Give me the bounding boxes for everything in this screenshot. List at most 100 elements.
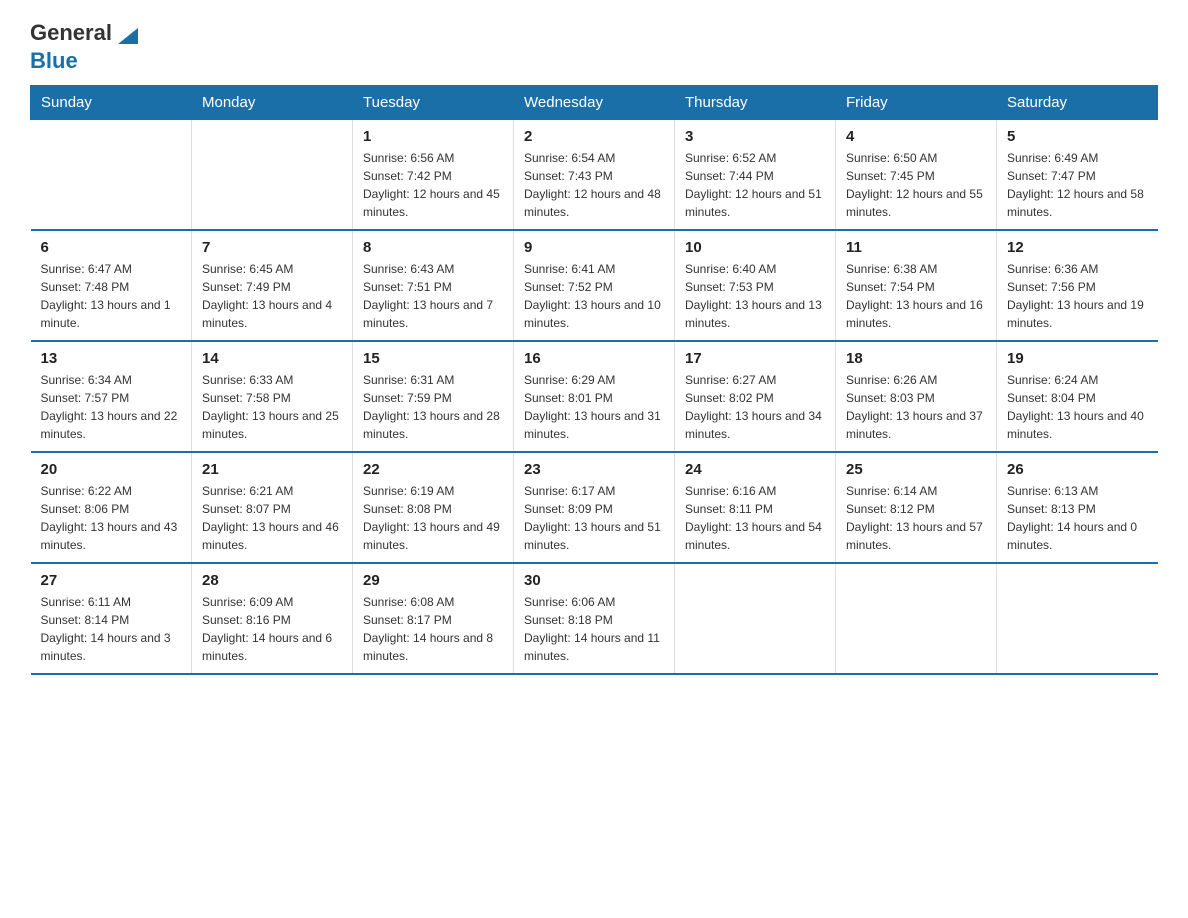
weekday-header-monday: Monday <box>192 85 353 119</box>
day-cell: 9 Sunrise: 6:41 AMSunset: 7:52 PMDaylight… <box>514 230 675 341</box>
day-info: Sunrise: 6:52 AMSunset: 7:44 PMDaylight:… <box>685 149 825 221</box>
day-info: Sunrise: 6:08 AMSunset: 8:17 PMDaylight:… <box>363 593 503 665</box>
day-number: 14 <box>202 350 342 367</box>
day-info: Sunrise: 6:26 AMSunset: 8:03 PMDaylight:… <box>846 371 986 443</box>
day-cell: 24 Sunrise: 6:16 AMSunset: 8:11 PMDayligh… <box>675 452 836 563</box>
weekday-header-sunday: Sunday <box>31 85 192 119</box>
day-number: 30 <box>524 572 664 589</box>
day-number: 21 <box>202 461 342 478</box>
week-row-1: 1Sunrise: 6:56 AMSunset: 7:42 PMDaylight… <box>31 119 1158 230</box>
day-cell: 13 Sunrise: 6:34 AMSunset: 7:57 PMDayligh… <box>31 341 192 452</box>
day-cell: 3 Sunrise: 6:52 AMSunset: 7:44 PMDaylight… <box>675 119 836 230</box>
day-info: Sunrise: 6:29 AMSunset: 8:01 PMDaylight:… <box>524 371 664 443</box>
day-cell: 10 Sunrise: 6:40 AMSunset: 7:53 PMDayligh… <box>675 230 836 341</box>
logo-general-text: General <box>30 20 142 48</box>
day-number: 28 <box>202 572 342 589</box>
day-cell <box>997 563 1158 674</box>
day-number: 27 <box>41 572 182 589</box>
day-info: Sunrise: 6:16 AMSunset: 8:11 PMDaylight:… <box>685 482 825 554</box>
day-cell: 1Sunrise: 6:56 AMSunset: 7:42 PMDaylight… <box>353 119 514 230</box>
day-info: Sunrise: 6:34 AMSunset: 7:57 PMDaylight:… <box>41 371 182 443</box>
day-number: 10 <box>685 239 825 256</box>
logo-blue-text: Blue <box>30 48 142 74</box>
day-number: 11 <box>846 239 986 256</box>
day-info: Sunrise: 6:09 AMSunset: 8:16 PMDaylight:… <box>202 593 342 665</box>
day-info: Sunrise: 6:50 AMSunset: 7:45 PMDaylight:… <box>846 149 986 221</box>
day-cell: 4 Sunrise: 6:50 AMSunset: 7:45 PMDaylight… <box>836 119 997 230</box>
week-row-2: 6 Sunrise: 6:47 AMSunset: 7:48 PMDaylight… <box>31 230 1158 341</box>
day-info: Sunrise: 6:45 AMSunset: 7:49 PMDaylight:… <box>202 260 342 332</box>
day-cell: 6 Sunrise: 6:47 AMSunset: 7:48 PMDaylight… <box>31 230 192 341</box>
day-number: 24 <box>685 461 825 478</box>
day-number: 13 <box>41 350 182 367</box>
day-number: 23 <box>524 461 664 478</box>
day-info: Sunrise: 6:38 AMSunset: 7:54 PMDaylight:… <box>846 260 986 332</box>
day-info: Sunrise: 6:19 AMSunset: 8:08 PMDaylight:… <box>363 482 503 554</box>
day-number: 29 <box>363 572 503 589</box>
day-info: Sunrise: 6:33 AMSunset: 7:58 PMDaylight:… <box>202 371 342 443</box>
weekday-header-saturday: Saturday <box>997 85 1158 119</box>
day-info: Sunrise: 6:24 AMSunset: 8:04 PMDaylight:… <box>1007 371 1148 443</box>
day-info: Sunrise: 6:21 AMSunset: 8:07 PMDaylight:… <box>202 482 342 554</box>
day-cell: 22Sunrise: 6:19 AMSunset: 8:08 PMDayligh… <box>353 452 514 563</box>
day-info: Sunrise: 6:11 AMSunset: 8:14 PMDaylight:… <box>41 593 182 665</box>
day-number: 20 <box>41 461 182 478</box>
day-cell: 14 Sunrise: 6:33 AMSunset: 7:58 PMDayligh… <box>192 341 353 452</box>
day-info: Sunrise: 6:41 AMSunset: 7:52 PMDaylight:… <box>524 260 664 332</box>
logo-triangle-icon <box>114 20 142 48</box>
day-cell <box>192 119 353 230</box>
day-info: Sunrise: 6:27 AMSunset: 8:02 PMDaylight:… <box>685 371 825 443</box>
day-info: Sunrise: 6:47 AMSunset: 7:48 PMDaylight:… <box>41 260 182 332</box>
day-number: 26 <box>1007 461 1148 478</box>
weekday-header-thursday: Thursday <box>675 85 836 119</box>
day-cell: 19 Sunrise: 6:24 AMSunset: 8:04 PMDayligh… <box>997 341 1158 452</box>
day-cell: 30 Sunrise: 6:06 AMSunset: 8:18 PMDayligh… <box>514 563 675 674</box>
day-cell <box>675 563 836 674</box>
day-number: 8 <box>363 239 503 256</box>
day-info: Sunrise: 6:49 AMSunset: 7:47 PMDaylight:… <box>1007 149 1148 221</box>
day-cell <box>31 119 192 230</box>
day-number: 9 <box>524 239 664 256</box>
logo: General Blue <box>30 20 142 75</box>
day-cell: 21 Sunrise: 6:21 AMSunset: 8:07 PMDayligh… <box>192 452 353 563</box>
day-number: 4 <box>846 128 986 145</box>
day-number: 25 <box>846 461 986 478</box>
day-cell <box>836 563 997 674</box>
day-info: Sunrise: 6:13 AMSunset: 8:13 PMDaylight:… <box>1007 482 1148 554</box>
day-number: 16 <box>524 350 664 367</box>
weekday-header-wednesday: Wednesday <box>514 85 675 119</box>
day-number: 3 <box>685 128 825 145</box>
day-cell: 27 Sunrise: 6:11 AMSunset: 8:14 PMDayligh… <box>31 563 192 674</box>
day-cell: 15Sunrise: 6:31 AMSunset: 7:59 PMDayligh… <box>353 341 514 452</box>
day-info: Sunrise: 6:17 AMSunset: 8:09 PMDaylight:… <box>524 482 664 554</box>
day-number: 7 <box>202 239 342 256</box>
day-info: Sunrise: 6:40 AMSunset: 7:53 PMDaylight:… <box>685 260 825 332</box>
day-number: 5 <box>1007 128 1148 145</box>
day-cell: 26 Sunrise: 6:13 AMSunset: 8:13 PMDayligh… <box>997 452 1158 563</box>
day-number: 2 <box>524 128 664 145</box>
day-info: Sunrise: 6:54 AMSunset: 7:43 PMDaylight:… <box>524 149 664 221</box>
day-cell: 12Sunrise: 6:36 AMSunset: 7:56 PMDayligh… <box>997 230 1158 341</box>
day-number: 19 <box>1007 350 1148 367</box>
day-cell: 18 Sunrise: 6:26 AMSunset: 8:03 PMDayligh… <box>836 341 997 452</box>
day-number: 18 <box>846 350 986 367</box>
weekday-header-tuesday: Tuesday <box>353 85 514 119</box>
day-info: Sunrise: 6:43 AMSunset: 7:51 PMDaylight:… <box>363 260 503 332</box>
day-cell: 28 Sunrise: 6:09 AMSunset: 8:16 PMDayligh… <box>192 563 353 674</box>
day-cell: 29 Sunrise: 6:08 AMSunset: 8:17 PMDayligh… <box>353 563 514 674</box>
weekday-header-friday: Friday <box>836 85 997 119</box>
calendar-table: SundayMondayTuesdayWednesdayThursdayFrid… <box>30 85 1158 675</box>
day-info: Sunrise: 6:14 AMSunset: 8:12 PMDaylight:… <box>846 482 986 554</box>
day-cell: 17Sunrise: 6:27 AMSunset: 8:02 PMDayligh… <box>675 341 836 452</box>
day-cell: 25 Sunrise: 6:14 AMSunset: 8:12 PMDayligh… <box>836 452 997 563</box>
day-info: Sunrise: 6:36 AMSunset: 7:56 PMDaylight:… <box>1007 260 1148 332</box>
day-cell: 16 Sunrise: 6:29 AMSunset: 8:01 PMDayligh… <box>514 341 675 452</box>
day-cell: 8 Sunrise: 6:43 AMSunset: 7:51 PMDaylight… <box>353 230 514 341</box>
day-info: Sunrise: 6:31 AMSunset: 7:59 PMDaylight:… <box>363 371 503 443</box>
day-number: 6 <box>41 239 182 256</box>
week-row-3: 13 Sunrise: 6:34 AMSunset: 7:57 PMDayligh… <box>31 341 1158 452</box>
day-info: Sunrise: 6:06 AMSunset: 8:18 PMDaylight:… <box>524 593 664 665</box>
day-number: 1 <box>363 128 503 145</box>
day-cell: 11 Sunrise: 6:38 AMSunset: 7:54 PMDayligh… <box>836 230 997 341</box>
day-cell: 2 Sunrise: 6:54 AMSunset: 7:43 PMDaylight… <box>514 119 675 230</box>
